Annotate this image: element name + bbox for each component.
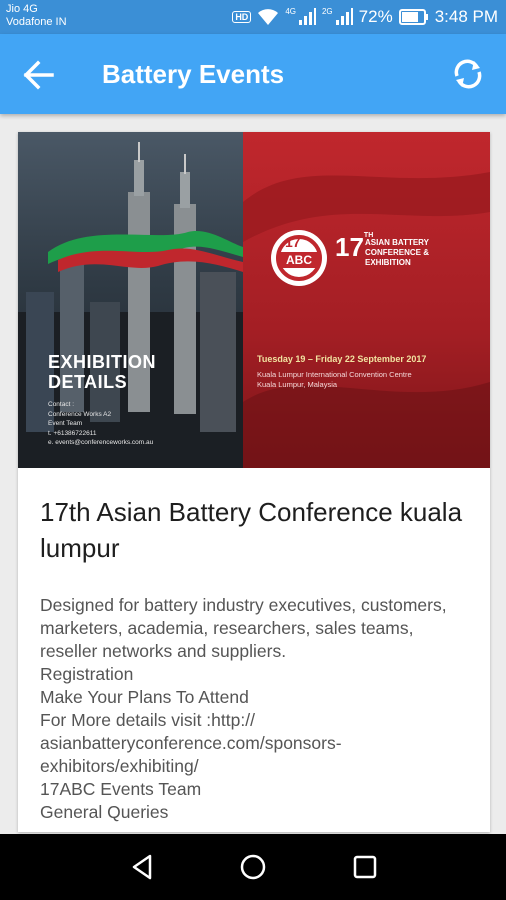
contact-details: Contact : Conference Works A2 Event Team… [48, 401, 154, 446]
event-date: Tuesday 19 – Friday 22 September 2017 [257, 354, 427, 364]
banner-city-photo: EXHIBITION DETAILS Contact : Conference … [18, 132, 243, 468]
hd-badge: HD [232, 11, 252, 23]
exhibition-title: EXHIBITION DETAILS [48, 352, 156, 392]
status-bar: Jio 4G Vodafone IN HD 4G 2G 72% 3:48 PM [0, 0, 506, 34]
battery-icon [398, 9, 428, 25]
abc-logo-text: ABC [279, 252, 319, 268]
carrier-secondary: Vodafone IN [6, 16, 67, 28]
net-type-1: 4G [285, 6, 296, 16]
abc-logo: 17 ABC [271, 230, 327, 286]
battery-percent: 72% [358, 7, 393, 26]
nav-back-icon [132, 854, 152, 880]
carrier-primary: Jio 4G [6, 3, 38, 15]
exhibition-title-line1: EXHIBITION [48, 352, 157, 372]
signal-icon [298, 8, 316, 25]
clock: 3:48 PM [434, 7, 498, 26]
event-card[interactable]: EXHIBITION DETAILS Contact : Conference … [18, 132, 490, 832]
conference-number-value: 17 [335, 232, 364, 262]
nav-home-button[interactable] [236, 850, 270, 884]
event-venue: Kuala Lumpur International Convention Ce… [257, 370, 412, 389]
refresh-icon [454, 59, 482, 89]
nav-recents-button[interactable] [348, 850, 382, 884]
banner-conference-info: 17 ABC 17TH ASIAN BATTERY CONFERENCE & E… [243, 132, 490, 468]
app-bar: Battery Events [0, 34, 506, 114]
carrier-info: Jio 4G Vodafone IN [6, 3, 67, 29]
abc-logo-number: 17 [285, 234, 301, 250]
event-description: Designed for battery industry executives… [40, 595, 447, 822]
arrow-back-icon [23, 60, 54, 90]
status-indicators: HD 4G 2G 72% 3:48 PM [232, 6, 498, 28]
nav-recents-icon [353, 855, 377, 879]
back-button[interactable] [22, 60, 56, 90]
system-nav-bar [0, 834, 506, 900]
signal-icon-2 [335, 8, 353, 25]
exhibition-title-line2: DETAILS [48, 372, 128, 392]
nav-home-icon [240, 854, 266, 880]
event-banner: EXHIBITION DETAILS Contact : Conference … [18, 132, 490, 468]
banner-ribbon-graphic [243, 172, 490, 468]
nav-back-button[interactable] [126, 850, 160, 884]
conference-name: ASIAN BATTERY CONFERENCE & EXHIBITION [365, 238, 430, 267]
event-title: 17th Asian Battery Conference kuala lump… [40, 497, 463, 563]
net-type-2: 2G [321, 6, 333, 16]
page-title: Battery Events [102, 59, 285, 89]
wifi-icon [258, 9, 279, 25]
refresh-button[interactable] [450, 56, 486, 92]
